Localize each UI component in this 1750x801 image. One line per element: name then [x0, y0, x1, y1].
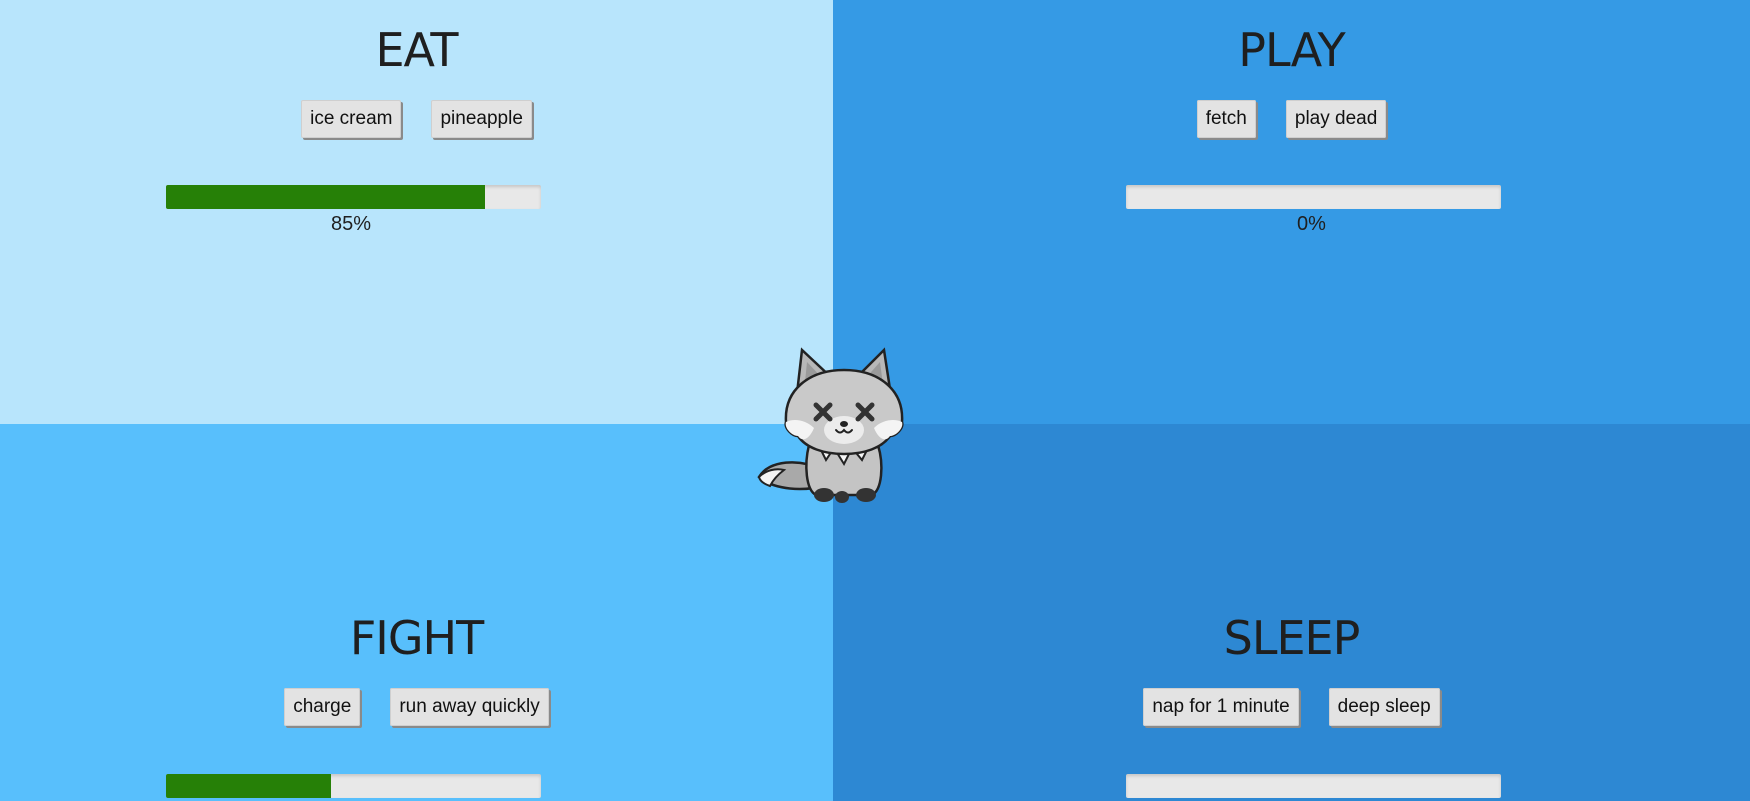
eat-progress-fill [166, 185, 485, 209]
fetch-button[interactable]: fetch [1196, 100, 1256, 138]
eat-buttons: ice cream pineapple [301, 100, 532, 138]
play-title: PLAY [1238, 23, 1345, 77]
nap-button[interactable]: nap for 1 minute [1143, 688, 1299, 726]
fight-progress-fill [166, 774, 331, 798]
run-away-button[interactable]: run away quickly [390, 688, 549, 726]
fox-icon[interactable] [754, 340, 914, 505]
eat-panel: EAT ice cream pineapple 85% [0, 0, 833, 424]
deep-sleep-button[interactable]: deep sleep [1328, 688, 1440, 726]
play-dead-button[interactable]: play dead [1285, 100, 1387, 138]
sleep-title: SLEEP [1223, 611, 1361, 665]
fight-title: FIGHT [349, 611, 484, 665]
charge-button[interactable]: charge [284, 688, 361, 726]
fight-progress-bar [166, 774, 541, 798]
fight-buttons: charge run away quickly [284, 688, 549, 726]
sleep-progress-bar [1126, 774, 1501, 798]
play-progress-label: 0% [1297, 213, 1326, 235]
eat-progress-bar [166, 185, 541, 209]
sleep-panel: SLEEP nap for 1 minute deep sleep [833, 424, 1750, 801]
play-panel: PLAY fetch play dead 0% [833, 0, 1750, 424]
eat-title: EAT [375, 23, 458, 77]
play-buttons: fetch play dead [1196, 100, 1387, 138]
eat-progress-label: 85% [331, 213, 372, 235]
pineapple-button[interactable]: pineapple [431, 100, 532, 138]
pet-game-page: EAT ice cream pineapple 85% PLAY fetch p… [0, 0, 1750, 801]
play-progress-bar [1126, 185, 1501, 209]
sleep-buttons: nap for 1 minute deep sleep [1143, 688, 1440, 726]
ice-cream-button[interactable]: ice cream [301, 100, 402, 138]
fight-panel: FIGHT charge run away quickly [0, 424, 833, 801]
